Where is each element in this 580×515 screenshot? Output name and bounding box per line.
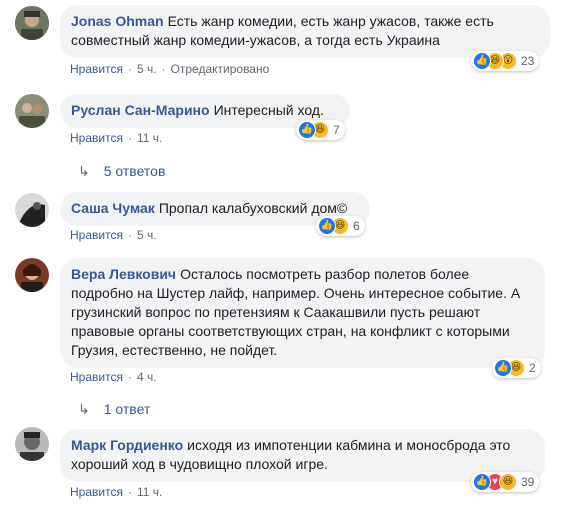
replies-count[interactable]: 5 ответов [104, 162, 166, 180]
like-button[interactable]: Нравится [70, 370, 123, 384]
like-button[interactable]: Нравится [70, 228, 123, 242]
comment-bubble: Марк Гордиенко исходя из импотенции кабми… [60, 429, 545, 482]
comment-time[interactable]: 11 ч. [137, 131, 162, 145]
edited-label: Отредактировано [170, 62, 270, 76]
avatar[interactable] [15, 427, 49, 461]
separator-dot: · [127, 485, 132, 499]
like-reaction-icon: 👍 [494, 359, 512, 377]
reactions-summary[interactable]: 👍 😆 7 [296, 120, 345, 140]
separator-dot: · [127, 228, 132, 242]
comment-bubble: Jonas Ohman Есть жанр комедии, есть жанр … [60, 5, 550, 58]
reactions-summary[interactable]: 👍 ♥ 😆 39 [471, 472, 540, 492]
reactions-summary[interactable]: 👍 😆 😮 23 [471, 51, 540, 71]
separator-dot: · [127, 370, 132, 384]
like-button[interactable]: Нравится [70, 62, 123, 76]
avatar[interactable] [15, 94, 49, 128]
like-button[interactable]: Нравится [70, 131, 123, 145]
like-reaction-icon: 👍 [473, 473, 491, 491]
comment-bubble: Вера Левкович Осталось посмотреть разбор … [60, 258, 545, 368]
comment-author[interactable]: Jonas Ohman [71, 13, 164, 29]
reaction-count: 2 [529, 361, 536, 375]
like-button[interactable]: Нравится [70, 485, 123, 499]
view-replies-link[interactable]: ↳ 5 ответов [78, 162, 165, 180]
comment-text: Пропал калабуховский дом© [158, 200, 348, 216]
comment-actions: Нравится · 11 ч. [70, 130, 162, 146]
comment-time[interactable]: 5 ч. [137, 228, 157, 242]
comment-time[interactable]: 5 ч. [137, 62, 157, 76]
like-reaction-icon: 👍 [298, 121, 316, 139]
reaction-count: 6 [353, 219, 360, 233]
reaction-count: 23 [521, 54, 535, 68]
reply-arrow-icon: ↳ [78, 163, 90, 179]
reaction-count: 39 [521, 475, 535, 489]
avatar[interactable] [15, 193, 49, 227]
avatar[interactable] [15, 258, 49, 292]
comment-actions: Нравится · 5 ч. · Отредактировано [70, 61, 269, 77]
like-reaction-icon: 👍 [473, 52, 491, 70]
comment-actions: Нравится · 11 ч. [70, 484, 162, 500]
separator-dot: · [127, 62, 132, 76]
reply-arrow-icon: ↳ [78, 401, 90, 417]
reactions-summary[interactable]: 👍 😆 2 [492, 358, 541, 378]
comment-author[interactable]: Вера Левкович [71, 266, 176, 282]
comment-author[interactable]: Руслан Сан-Марино [71, 102, 210, 118]
comment-time[interactable]: 11 ч. [137, 485, 162, 499]
comment-author[interactable]: Марк Гордиенко [71, 437, 183, 453]
comment-author[interactable]: Саша Чумак [71, 200, 155, 216]
like-reaction-icon: 👍 [318, 217, 336, 235]
comment-actions: Нравится · 5 ч. [70, 227, 157, 243]
reaction-count: 7 [333, 123, 340, 137]
haha-reaction-icon: 😆 [499, 473, 517, 491]
replies-count[interactable]: 1 ответ [104, 400, 151, 418]
separator-dot: · [127, 131, 132, 145]
avatar[interactable] [15, 6, 49, 40]
separator-dot: · [161, 62, 166, 76]
comment-time[interactable]: 4 ч. [137, 370, 157, 384]
comment-text: Интересный ход. [213, 102, 324, 118]
reactions-summary[interactable]: 👍 😆 6 [316, 216, 365, 236]
comment-actions: Нравится · 4 ч. [70, 369, 157, 385]
view-replies-link[interactable]: ↳ 1 ответ [78, 400, 150, 418]
